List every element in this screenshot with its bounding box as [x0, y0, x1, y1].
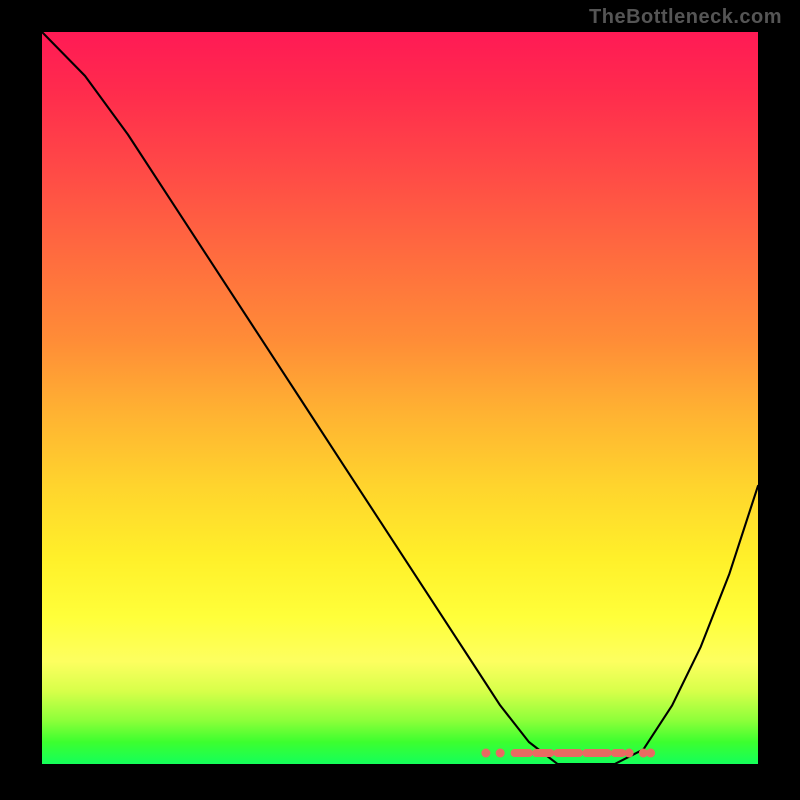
highlight-dot: [646, 749, 655, 758]
watermark-text: TheBottleneck.com: [589, 6, 782, 29]
chart-root: TheBottleneck.com: [0, 0, 800, 800]
highlight-dot: [481, 749, 490, 758]
bottleneck-curve: [42, 32, 758, 764]
curve-layer: [42, 32, 758, 764]
plot-area: [42, 32, 758, 764]
highlight-dot: [496, 749, 505, 758]
